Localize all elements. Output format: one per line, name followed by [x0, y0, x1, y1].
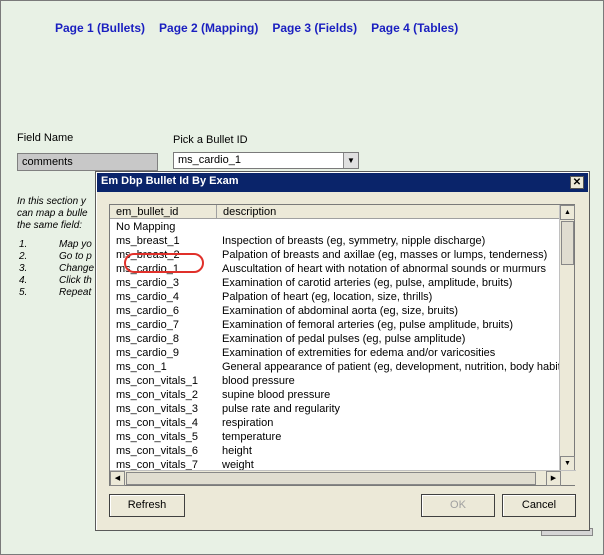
- table-row[interactable]: ms_breast_2 Palpation of breasts and axil…: [110, 248, 560, 262]
- cell-bullet-id: ms_cardio_3: [116, 277, 179, 289]
- scroll-left-icon[interactable]: ◀: [110, 471, 125, 486]
- table-row[interactable]: ms_con_vitals_2 supine blood pressure: [110, 388, 560, 402]
- refresh-button[interactable]: Refresh: [109, 494, 185, 517]
- grid-header: em_bullet_id description: [110, 205, 560, 219]
- cell-description: respiration: [222, 417, 274, 429]
- table-row[interactable]: ms_cardio_6 Examination of abdominal aort…: [110, 304, 560, 318]
- scroll-thumb[interactable]: [561, 221, 574, 265]
- cell-bullet-id: ms_con_1: [116, 361, 167, 373]
- table-row[interactable]: ms_con_vitals_6 height: [110, 444, 560, 458]
- cell-bullet-id: ms_breast_2: [116, 249, 180, 261]
- column-header-id[interactable]: em_bullet_id: [110, 205, 217, 218]
- horizontal-scrollbar[interactable]: ◀ ▶: [110, 470, 576, 486]
- step-item: 2. Go to p: [19, 251, 92, 262]
- cell-description: Examination of abdominal aorta (eg, size…: [222, 305, 459, 317]
- page-nav: Page 1 (Bullets) Page 2 (Mapping) Page 3…: [55, 21, 458, 35]
- cell-description: [217, 220, 560, 234]
- page: Page 1 (Bullets) Page 2 (Mapping) Page 3…: [0, 0, 604, 555]
- cell-description: pulse rate and regularity: [222, 403, 341, 415]
- cell-bullet-id: ms_con_vitals_1: [116, 375, 198, 387]
- cell-description: supine blood pressure: [222, 389, 331, 401]
- cell-description: blood pressure: [222, 375, 295, 387]
- table-row[interactable]: ms_cardio_1 Auscultation of heart with no…: [110, 262, 560, 276]
- table-row[interactable]: ms_cardio_9 Examination of extremities fo…: [110, 346, 560, 360]
- cell-description: Examination of extremities for edema and…: [222, 347, 496, 359]
- cell-bullet-id: ms_con_vitals_5: [116, 431, 198, 443]
- field-name-input[interactable]: comments: [17, 153, 158, 171]
- ok-button[interactable]: OK: [421, 494, 495, 517]
- table-row[interactable]: ms_cardio_3 Examination of carotid arteri…: [110, 276, 560, 290]
- instructions-text: In this section y can map a bulle the sa…: [17, 196, 88, 231]
- nav-link-tables[interactable]: Page 4 (Tables): [371, 21, 458, 35]
- scroll-up-icon[interactable]: ▲: [560, 205, 575, 220]
- cell-bullet-id: ms_cardio_9: [116, 347, 179, 359]
- cell-description: Examination of pedal pulses (eg, pulse a…: [222, 333, 466, 345]
- table-row[interactable]: ms_con_vitals_5 temperature: [110, 430, 560, 444]
- table-row[interactable]: No Mapping: [110, 220, 560, 234]
- cell-bullet-id: ms_breast_1: [116, 235, 180, 247]
- h-scroll-thumb[interactable]: [126, 472, 536, 485]
- cell-bullet-id: ms_cardio_7: [116, 319, 179, 331]
- cell-bullet-id: ms_cardio_8: [116, 333, 179, 345]
- instruction-steps: 1. Map yo 2. Go to p 3. Change 4. Click th 5…: [19, 239, 94, 299]
- table-row[interactable]: ms_cardio_7 Examination of femoral arteri…: [110, 318, 560, 332]
- field-name-label: Field Name: [17, 132, 74, 144]
- cell-description: Inspection of breasts (eg, symmetry, nip…: [222, 235, 486, 247]
- cell-description: Auscultation of heart with notation of a…: [222, 263, 547, 275]
- scroll-down-icon[interactable]: ▼: [560, 456, 575, 471]
- cell-bullet-id: ms_cardio_6: [116, 305, 179, 317]
- cell-bullet-id: ms_con_vitals_2: [116, 389, 198, 401]
- dropdown-arrow-icon[interactable]: ▼: [343, 153, 358, 168]
- step-item: 5. Repeat: [19, 287, 92, 298]
- cell-description: General appearance of patient (eg, devel…: [222, 361, 560, 373]
- cell-description: temperature: [222, 431, 282, 443]
- table-row[interactable]: ms_con_1 General appearance of patient (e…: [110, 360, 560, 374]
- step-item: 3. Change: [19, 263, 95, 274]
- cell-bullet-id: ms_con_vitals_4: [116, 417, 198, 429]
- step-item: 1. Map yo: [19, 239, 92, 250]
- column-header-description[interactable]: description: [217, 205, 560, 218]
- cell-description: Examination of carotid arteries (eg, pul…: [222, 277, 513, 289]
- nav-link-fields[interactable]: Page 3 (Fields): [272, 21, 357, 35]
- cell-bullet-id: ms_con_vitals_3: [116, 403, 198, 415]
- cell-description: Examination of femoral arteries (eg, pul…: [222, 319, 514, 331]
- bullet-id-label: Pick a Bullet ID: [173, 134, 248, 146]
- nav-link-bullets[interactable]: Page 1 (Bullets): [55, 21, 145, 35]
- cell-bullet-id: No Mapping: [116, 221, 176, 233]
- table-row[interactable]: ms_cardio_8 Examination of pedal pulses (…: [110, 332, 560, 346]
- cell-bullet-id: ms_con_vitals_6: [116, 445, 198, 457]
- nav-link-mapping[interactable]: Page 2 (Mapping): [159, 21, 258, 35]
- cell-description: Palpation of heart (eg, location, size, …: [222, 291, 433, 303]
- close-icon[interactable]: ✕: [570, 176, 584, 189]
- cell-bullet-id: ms_cardio_4: [116, 291, 179, 303]
- vertical-scrollbar[interactable]: ▲ ▼: [559, 205, 575, 471]
- cell-bullet-id: ms_cardio_1: [116, 263, 179, 275]
- table-row[interactable]: ms_con_vitals_1 blood pressure: [110, 374, 560, 388]
- bullet-id-dialog: Em Dbp Bullet Id By Exam ✕ em_bullet_id …: [95, 171, 590, 531]
- bullet-id-value: ms_cardio_1: [178, 154, 241, 166]
- step-item: 4. Click th: [19, 275, 92, 286]
- bullet-id-select[interactable]: ms_cardio_1 ▼: [173, 152, 359, 169]
- table-row[interactable]: ms_breast_1 Inspection of breasts (eg, sy…: [110, 234, 560, 248]
- cancel-button[interactable]: Cancel: [502, 494, 576, 517]
- bullet-grid: em_bullet_id description No Mapping ms_br…: [109, 204, 576, 486]
- table-row[interactable]: ms_con_vitals_3 pulse rate and regularity: [110, 402, 560, 416]
- grid-body: No Mapping ms_breast_1 Inspection of breas…: [110, 220, 560, 471]
- cell-description: height: [222, 445, 252, 457]
- scroll-right-icon[interactable]: ▶: [546, 471, 561, 486]
- cell-description: Palpation of breasts and axillae (eg, ma…: [222, 249, 548, 261]
- table-row[interactable]: ms_cardio_4 Palpation of heart (eg, locat…: [110, 290, 560, 304]
- table-row[interactable]: ms_con_vitals_4 respiration: [110, 416, 560, 430]
- dialog-title: Em Dbp Bullet Id By Exam ✕: [97, 173, 588, 192]
